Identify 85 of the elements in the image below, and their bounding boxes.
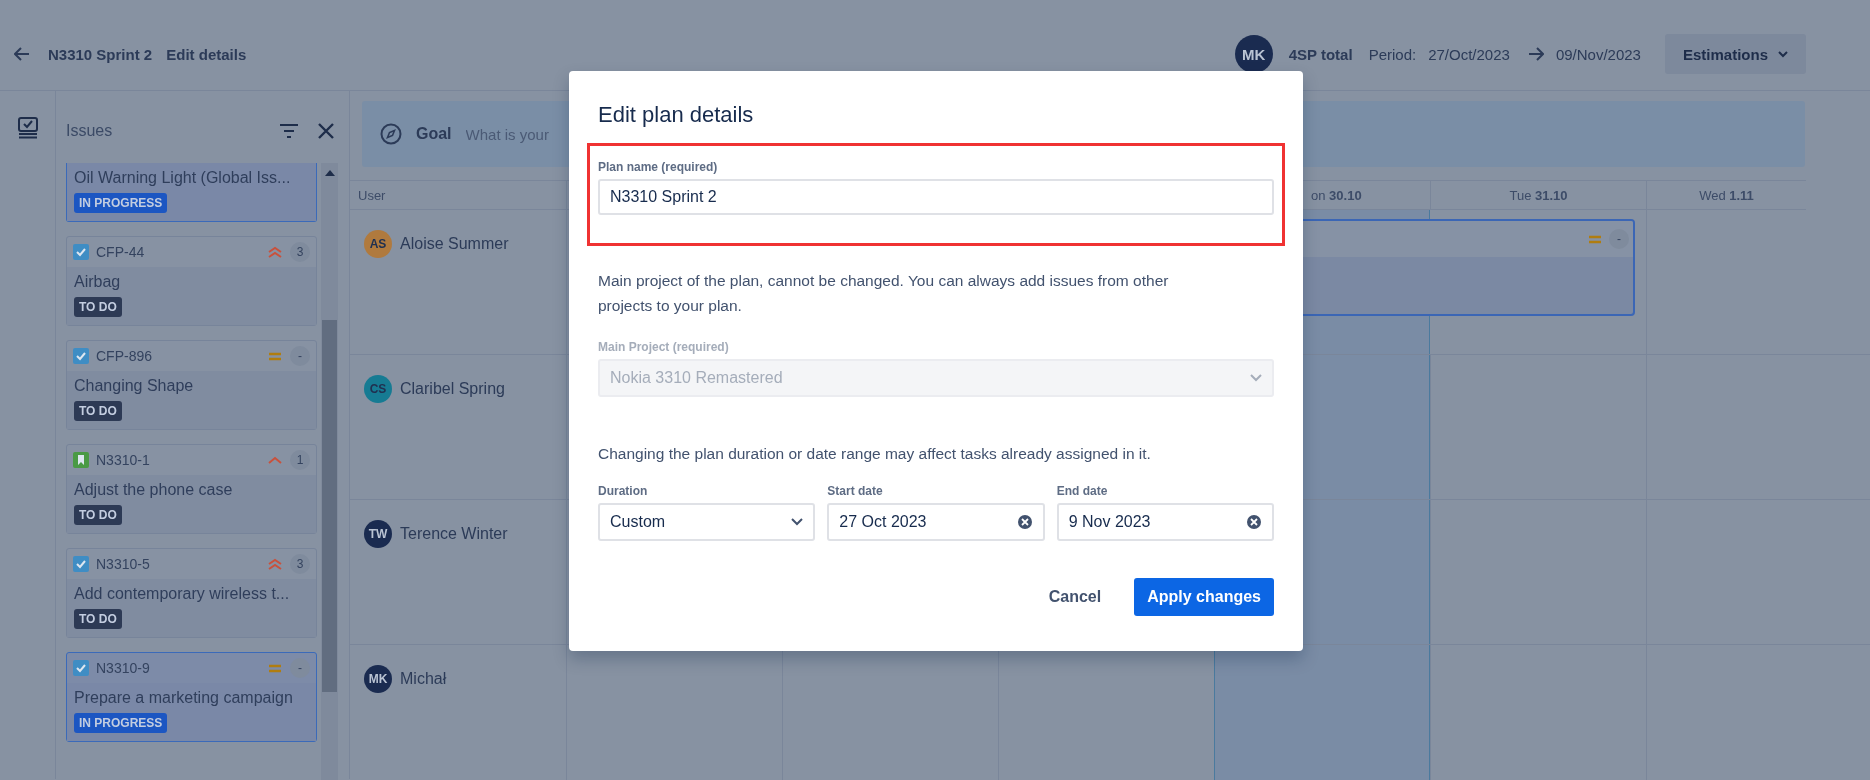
date-field[interactable]: 9 Nov 2023	[1056, 503, 1274, 541]
status-lozenge: TO DO	[74, 505, 122, 525]
chevron-down-icon	[1778, 50, 1788, 58]
filter-icon[interactable]	[279, 123, 299, 139]
user-name: Claribel Spring	[400, 379, 505, 399]
cancel-button[interactable]: Cancel	[1035, 578, 1115, 616]
issue-key: N3310-1	[96, 452, 260, 468]
chevron-down-icon	[1250, 374, 1262, 382]
today-column-cell[interactable]	[1214, 645, 1430, 780]
issue-title: Adjust the phone case	[74, 481, 234, 499]
chevron-down-icon	[791, 518, 804, 526]
duration-select[interactable]: Custom	[598, 503, 816, 541]
date-field[interactable]: 27 Oct 2023	[827, 503, 1045, 541]
story-points: 1	[290, 450, 310, 470]
issue-card[interactable]: CFP-896 - Changing Shape TO DO	[66, 340, 317, 430]
plan-title: N3310 Sprint 2	[48, 45, 153, 63]
goal-label: Goal	[416, 125, 452, 143]
user-avatar: TW	[364, 520, 392, 548]
status-lozenge: IN PROGRESS	[74, 193, 168, 213]
column-header: Wed 1.11	[1646, 180, 1806, 210]
field-label: Plan name (required)	[598, 160, 719, 174]
clear-icon[interactable]	[1246, 514, 1262, 530]
help-text: Changing the plan duration or date range may affect tasks already assigned in it.	[598, 445, 1152, 463]
user-name: Aloise Summer	[400, 234, 509, 254]
arrow-right-icon	[1527, 47, 1544, 61]
story-points: 3	[290, 242, 310, 262]
user-avatar[interactable]: MK	[1234, 35, 1273, 73]
estimations-button[interactable]: Estimations	[1664, 34, 1806, 74]
field-label: End date	[1056, 484, 1109, 498]
dialog-title: Edit plan details	[598, 102, 755, 128]
apply-button[interactable]: Apply changes	[1134, 578, 1274, 616]
clear-icon[interactable]	[1016, 514, 1033, 530]
column-header: User	[350, 180, 566, 210]
checkbox-icon	[73, 556, 89, 572]
total-points: 4SP total	[1288, 45, 1353, 63]
issue-title: Add contemporary wireless t...	[74, 585, 291, 603]
user-avatar: AS	[364, 230, 392, 258]
page-title: Edit details	[166, 45, 247, 63]
scrollbar[interactable]	[321, 163, 338, 780]
issue-key: N3310-9	[96, 660, 260, 676]
issue-title: Changing Shape	[74, 377, 195, 395]
column-header: Tue 31.10	[1430, 180, 1646, 210]
close-icon[interactable]	[317, 122, 335, 140]
user-name: Michał	[400, 669, 447, 689]
compass-icon	[380, 123, 402, 145]
issue-card[interactable]: N3310-1 1 Adjust the phone case TO DO	[66, 444, 317, 534]
plan-name-field[interactable]: N3310 Sprint 2	[598, 179, 1274, 215]
field-label: Duration	[598, 484, 649, 498]
checkbox-icon	[73, 244, 89, 260]
user-avatar: MK	[364, 665, 392, 693]
period-label: Period:	[1368, 45, 1417, 63]
status-lozenge: TO DO	[74, 401, 122, 421]
story-points: -	[290, 658, 310, 678]
period-end: 09/Nov/2023	[1555, 45, 1641, 63]
issue-card[interactable]: Oil Warning Light (Global Iss... IN PROGRESS	[66, 163, 317, 222]
board-icon[interactable]	[16, 117, 39, 139]
issue-title: Oil Warning Light (Global Iss...	[74, 169, 292, 187]
period-start: 27/Oct/2023	[1428, 45, 1510, 63]
checkbox-icon	[73, 348, 89, 364]
panel-title: Issues	[66, 122, 114, 140]
help-text: Main project of the plan, cannot be changed. You can always add issues from other projects to your plan.	[598, 271, 1170, 316]
priority-icon	[267, 244, 283, 260]
issue-title: Airbag	[74, 273, 122, 291]
user-avatar: CS	[364, 375, 392, 403]
story-points: -	[290, 346, 310, 366]
issue-card[interactable]: N3310-9 - Prepare a marketing campaign IN PROGRESS	[66, 652, 317, 742]
issue-card[interactable]: CFP-44 3 Airbag TO DO	[66, 236, 317, 326]
issue-card[interactable]: N3310-5 3 Add contemporary wireless t... TO DO	[66, 548, 317, 638]
scroll-up-icon[interactable]	[324, 169, 335, 177]
story-points: -	[1609, 229, 1629, 249]
issue-key: CFP-896	[96, 348, 260, 364]
status-lozenge: TO DO	[74, 609, 122, 629]
bookmark-icon	[73, 452, 89, 468]
issue-title: Prepare a marketing campaign	[74, 689, 294, 707]
field-label: Main Project (required)	[598, 340, 730, 354]
priority-icon	[267, 556, 283, 572]
checkbox-icon	[73, 660, 89, 676]
status-lozenge: TO DO	[74, 297, 122, 317]
back-arrow-icon[interactable]	[14, 47, 30, 61]
status-lozenge: IN PROGRESS	[74, 713, 168, 733]
field-label: Start date	[827, 484, 884, 498]
issue-key: CFP-44	[96, 244, 260, 260]
story-points: 3	[290, 554, 310, 574]
user-name: Terence Winter	[400, 524, 508, 544]
issue-key: N3310-5	[96, 556, 260, 572]
